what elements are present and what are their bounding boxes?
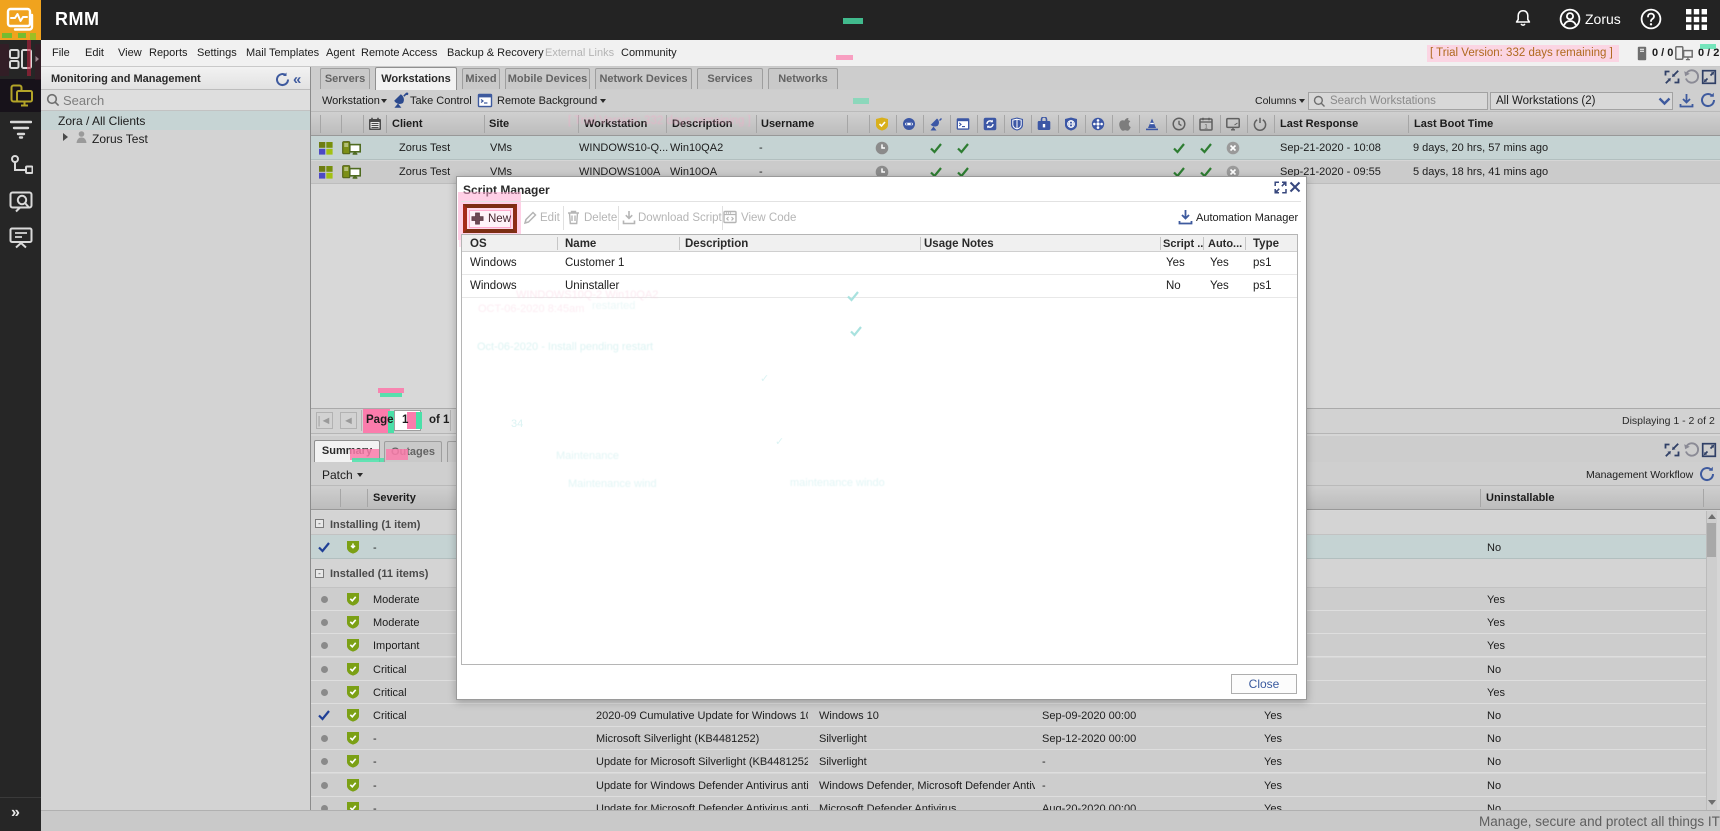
svg-text:1: 1 [1204,124,1208,131]
